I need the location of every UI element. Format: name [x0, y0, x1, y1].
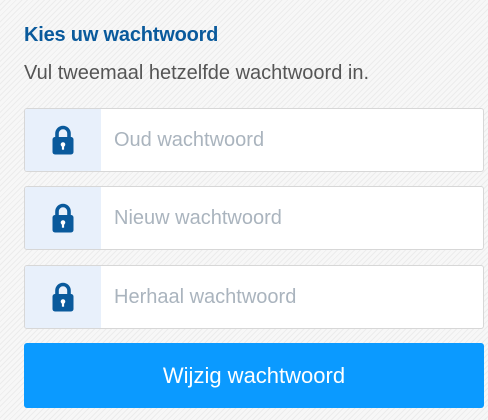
repeat-password-field — [24, 265, 484, 329]
new-password-input[interactable] — [101, 187, 483, 249]
old-password-field — [24, 108, 484, 172]
new-password-field — [24, 186, 484, 250]
form-title: Kies uw wachtwoord — [24, 24, 219, 46]
change-password-button[interactable]: Wijzig wachtwoord — [24, 343, 484, 408]
repeat-password-input[interactable] — [101, 266, 483, 328]
lock-icon — [25, 266, 101, 328]
old-password-input[interactable] — [101, 109, 483, 171]
lock-icon — [25, 187, 101, 249]
change-password-panel: Kies uw wachtwoord Vul tweemaal hetzelfd… — [0, 0, 488, 420]
lock-icon — [25, 109, 101, 171]
form-subtitle: Vul tweemaal hetzelfde wachtwoord in. — [24, 62, 369, 84]
